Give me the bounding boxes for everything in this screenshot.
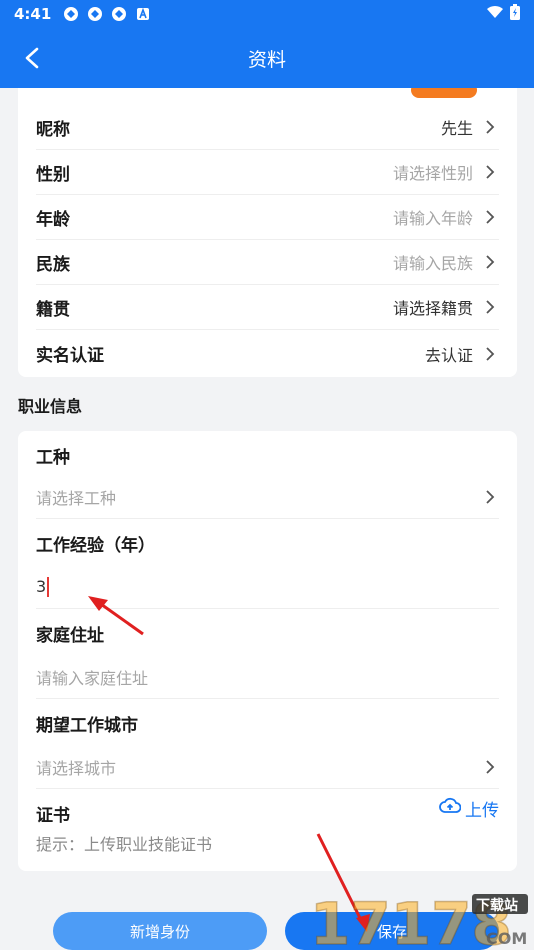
work-type-placeholder: 请选择工种 [36,488,117,508]
cloud-upload-icon [439,797,462,820]
row-hometown[interactable]: 籍贯 请选择籍贯 [36,285,499,330]
personal-info-card: 昵称 先生 性别 请选择性别 年龄 请输入年龄 民族 请输入民族 籍贯 请选择籍… [18,88,517,377]
upload-label: 上传 [465,801,499,821]
section-title-career: 职业信息 [18,397,83,416]
row-real-name-auth[interactable]: 实名认证 去认证 [36,331,499,376]
row-label: 性别 [36,164,70,185]
row-value: 请输入民族 [392,254,473,273]
chevron-right-icon [485,759,499,775]
row-age[interactable]: 年龄 请输入年龄 [36,195,499,240]
a-icon [135,6,151,22]
row-label: 民族 [36,254,70,275]
app-icon [63,6,79,22]
watermark-subtitle: 下载站 [476,897,518,914]
status-bar: 4:41 [0,0,534,28]
experience-input[interactable]: 3 [36,565,499,609]
chevron-right-icon [485,119,499,135]
upload-button[interactable]: 上传 [439,796,499,821]
chevron-right-icon [485,209,499,225]
watermark-domain: COM [486,929,527,948]
certificate-label: 证书 [36,806,70,826]
app-icon [111,6,127,22]
row-label: 实名认证 [36,346,104,366]
row-nickname[interactable]: 昵称 先生 [36,105,499,150]
chevron-right-icon [485,299,499,315]
row-value: 请输入年龄 [392,209,473,228]
certificate-hint: 提示：上传职业技能证书 [36,835,213,854]
career-info-card: 工种 请选择工种 工作经验（年） 3 家庭住址 请输入家庭住址 期望工作城市 请… [18,431,517,871]
chevron-right-icon [485,489,499,505]
row-value: 先生 [440,119,473,138]
status-time: 4:41 [14,5,52,23]
add-identity-button[interactable]: 新增身份 [53,912,267,950]
row-label: 昵称 [36,119,70,140]
back-chevron-icon[interactable] [18,44,46,72]
address-label: 家庭住址 [36,626,104,646]
text-cursor [47,576,50,597]
battery-icon [510,4,520,24]
experience-label: 工作经验（年） [36,536,155,556]
site-watermark-logo: 17178 下载站 COM [309,889,528,950]
chevron-right-icon [485,164,499,180]
level-badge [411,88,477,98]
address-placeholder: 请输入家庭住址 [36,668,149,688]
work-type-label: 工种 [36,448,70,468]
row-value: 请选择性别 [392,164,473,183]
top-navbar: 资料 [0,28,534,88]
experience-value: 3 [36,577,47,596]
city-select[interactable]: 请选择城市 [36,745,499,789]
chevron-right-icon [485,254,499,270]
app-icon [87,6,103,22]
page-title: 资料 [247,48,286,71]
wifi-icon [486,5,504,23]
row-gender[interactable]: 性别 请选择性别 [36,150,499,195]
address-input[interactable]: 请输入家庭住址 [36,655,499,699]
row-label: 年龄 [36,209,70,230]
city-label: 期望工作城市 [36,716,138,736]
work-type-select[interactable]: 请选择工种 [36,475,499,519]
row-value: 去认证 [424,345,473,365]
row-value: 请选择籍贯 [392,299,473,318]
city-placeholder: 请选择城市 [36,758,117,778]
row-ethnicity[interactable]: 民族 请输入民族 [36,240,499,285]
row-label: 籍贯 [36,299,70,320]
chevron-right-icon [485,346,499,362]
